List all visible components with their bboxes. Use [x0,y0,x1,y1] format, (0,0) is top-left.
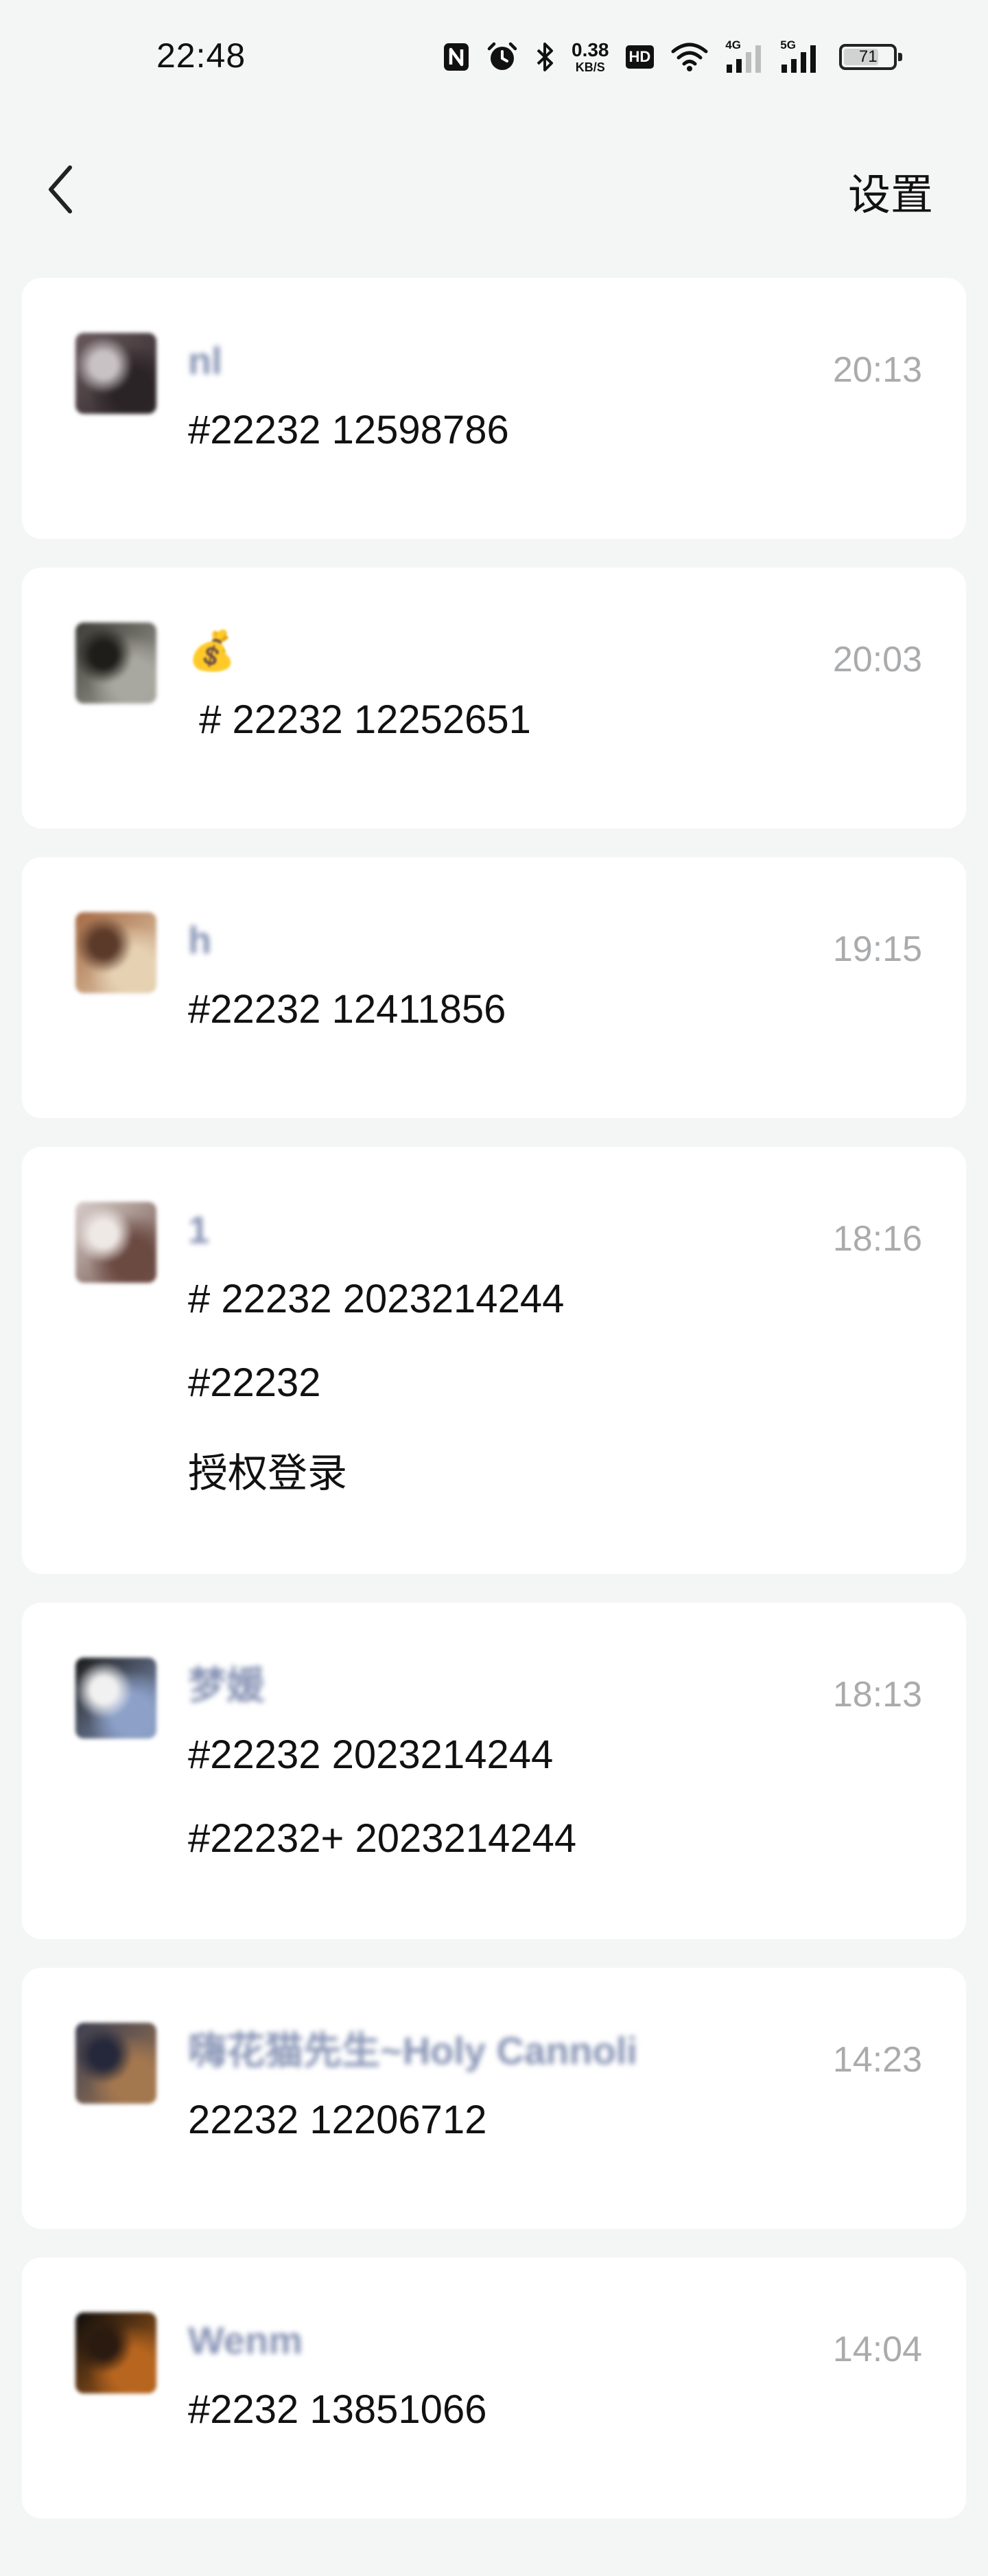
message-card[interactable]: Wenm 14:04 #2232 13851066 [22,2258,966,2518]
message-time: 14:23 [832,2040,922,2080]
message-time: 20:03 [832,640,922,680]
message-text: # 22232 2023214244 [188,1277,565,1321]
status-time: 22:48 [156,36,246,75]
avatar[interactable] [75,623,156,704]
message-time: 20:13 [832,350,922,390]
hd-voice-icon: HD [625,45,655,69]
message-time: 19:15 [832,929,922,969]
settings-button[interactable]: 设置 [848,160,933,222]
signal-5g-icon: 5G [780,38,819,74]
battery-level: 71 [858,47,878,66]
message-text: # 22232 12252651 [188,697,531,742]
network-speed-unit: KB/S [575,60,605,74]
message-time: 18:13 [832,1675,922,1715]
message-card[interactable]: 💰 20:03 # 22232 12252651 [22,568,966,828]
sender-name: nl [188,339,222,382]
avatar[interactable] [75,2312,156,2393]
wifi-icon [670,42,709,72]
message-card[interactable]: 嗨花猫先生~Holy Cannoli 14:23 22232 12206712 [22,1968,966,2229]
avatar[interactable] [75,1202,156,1283]
signal-4g-label: 4G [725,38,741,51]
sender-name: h [188,918,212,962]
sender-name: 💰 [188,629,236,672]
signal-5g-label: 5G [780,38,796,51]
nav-bar: 设置 [0,134,988,244]
message-card[interactable]: 梦媛 18:13 #22232 2023214244 #22232+ 20232142… [22,1603,966,1939]
sender-name: 嗨花猫先生~Holy Cannoli [188,2029,637,2072]
avatar[interactable] [75,912,156,993]
chat-messages-page: 22:48 0.38 KB/S HD 4G 5G 71 设置 nl 20:13 … [0,0,988,2576]
message-text: 授权登录 [188,1451,348,1496]
status-bar: 22:48 0.38 KB/S HD 4G 5G 71 [0,0,988,103]
signal-4g-icon: 4G [725,38,764,74]
message-text: #22232 2023214244 [188,1732,554,1777]
nfc-icon [443,42,470,72]
message-text: 22232 12206712 [188,2098,487,2142]
network-speed: 0.38 KB/S [572,39,609,74]
message-text: #22232+ 2023214244 [188,1816,577,1861]
network-speed-value: 0.38 [572,39,609,60]
chevron-left-icon [49,165,72,213]
bluetooth-icon [534,40,555,73]
message-card[interactable]: 1 18:16 # 22232 2023214244 #22232 授权登录 [22,1147,966,1574]
message-text: #22232 12411856 [188,987,506,1032]
battery-nub [898,53,903,61]
avatar[interactable] [75,2023,156,2104]
message-time: 14:04 [832,2330,922,2369]
message-card[interactable]: h 19:15 #22232 12411856 [22,857,966,1118]
message-time: 18:16 [832,1219,922,1259]
avatar[interactable] [75,1658,156,1739]
message-text: #2232 13851066 [188,2387,487,2432]
message-list: nl 20:13 #22232 12598786 💰 20:03 # 22232 122… [22,278,966,2547]
sender-name: Wenm [188,2319,303,2362]
status-icons: 0.38 KB/S HD 4G 5G 71 [443,33,903,81]
alarm-icon [486,41,518,73]
message-card[interactable]: nl 20:13 #22232 12598786 [22,278,966,539]
message-text: #22232 [188,1360,321,1405]
message-text: #22232 12598786 [188,408,509,452]
sender-name: 1 [188,1208,210,1251]
avatar[interactable] [75,333,156,414]
battery-icon: 71 [839,44,903,70]
back-button[interactable] [43,159,97,220]
sender-name: 梦媛 [188,1664,265,1707]
